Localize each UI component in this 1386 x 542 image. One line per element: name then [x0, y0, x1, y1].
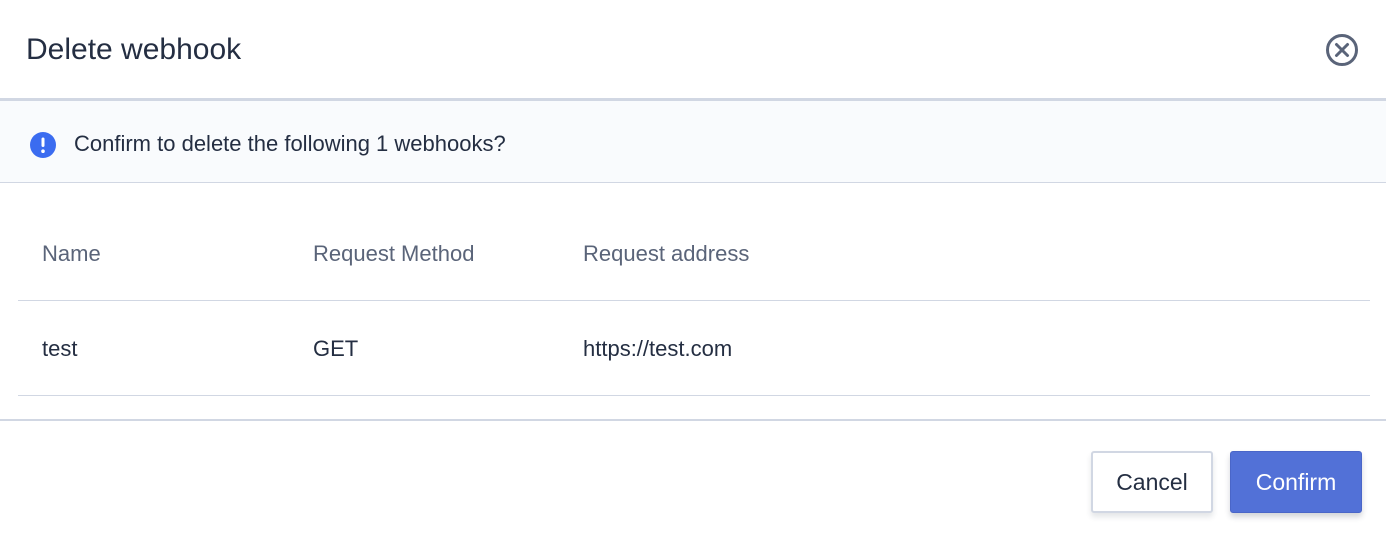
info-circle-icon: [30, 132, 56, 158]
table-row: test GET https://test.com: [18, 301, 1370, 396]
webhook-table: Name Request Method Request address test…: [18, 206, 1370, 396]
confirm-button[interactable]: Confirm: [1230, 451, 1362, 513]
footer-divider: [0, 419, 1386, 421]
cell-name: test: [42, 336, 78, 361]
confirm-alert: Confirm to delete the following 1 webhoo…: [0, 101, 1386, 183]
close-icon[interactable]: [1324, 32, 1360, 68]
column-header-name: Name: [42, 241, 101, 266]
cell-request-method: GET: [313, 336, 359, 361]
column-header-request-method: Request Method: [313, 241, 475, 266]
delete-webhook-dialog: Delete webhook Confirm to delete the fol…: [0, 0, 1386, 542]
cell-request-address: https://test.com: [583, 336, 733, 361]
table-header: Name Request Method Request address: [18, 206, 1370, 301]
dialog-header: Delete webhook: [0, 0, 1386, 101]
cancel-button[interactable]: Cancel: [1091, 451, 1213, 513]
alert-message: Confirm to delete the following 1 webhoo…: [74, 131, 506, 156]
close-circle-icon: [1326, 34, 1358, 66]
column-header-request-address: Request address: [583, 241, 750, 266]
dialog-title: Delete webhook: [26, 33, 242, 66]
